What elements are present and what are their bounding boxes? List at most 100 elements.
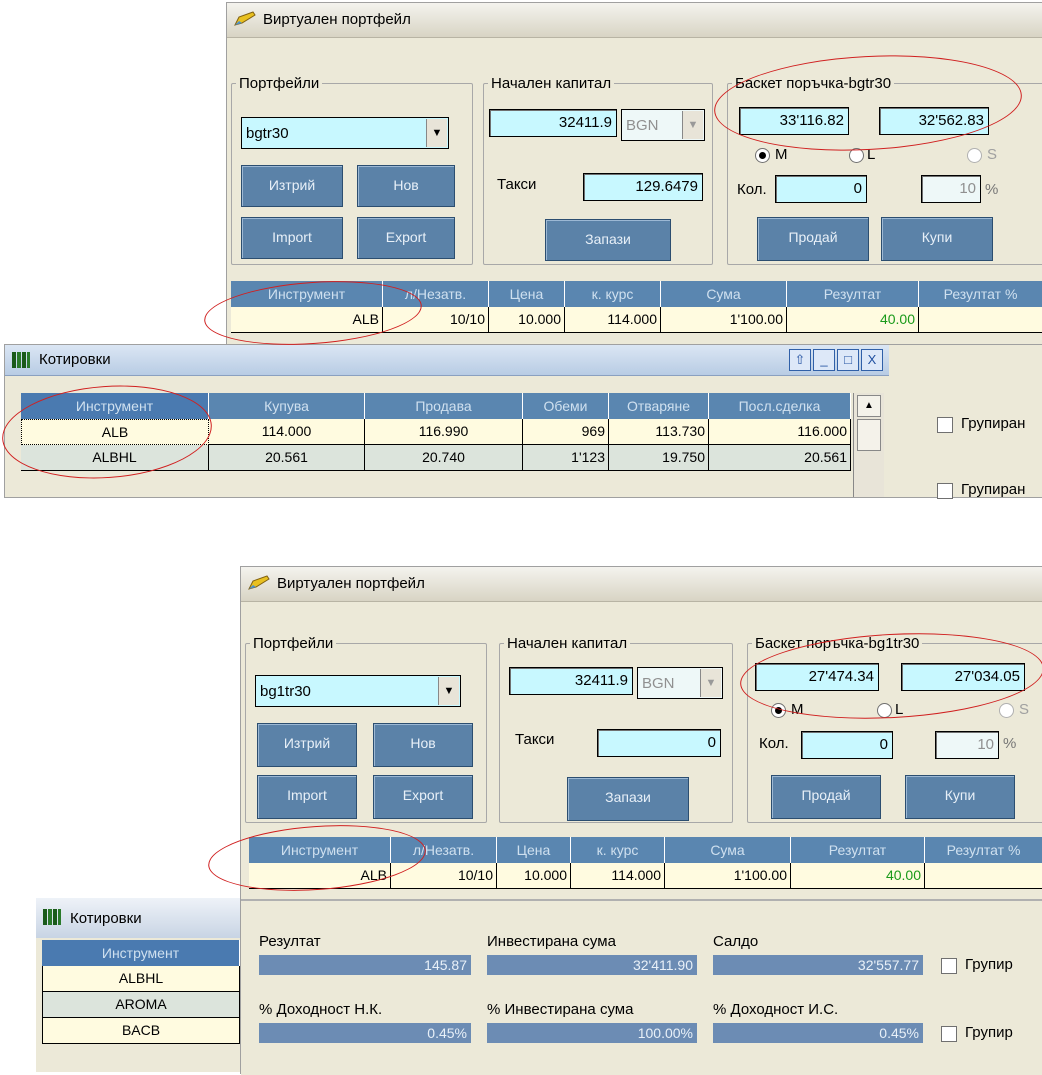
quotes-title-bar[interactable]: Котировки (36, 898, 240, 938)
currency-value: BGN (626, 117, 659, 134)
chevron-down-icon[interactable]: ▼ (426, 119, 447, 147)
cell-result-pct[interactable] (919, 307, 1042, 333)
import-button[interactable]: Import (257, 775, 357, 819)
pin-icon[interactable]: ⇧ (789, 349, 811, 371)
q-cell-sell[interactable]: 20.740 (365, 445, 523, 471)
capital-input[interactable]: 32411.9 (509, 667, 633, 695)
delete-button[interactable]: Изтрий (241, 165, 343, 207)
title-bar[interactable]: Виртуален портфейл (241, 567, 1042, 602)
cell-rate[interactable]: 114.000 (565, 307, 661, 333)
list-item[interactable]: BACB (42, 1018, 240, 1044)
q-cell-last[interactable]: 116.000 (709, 419, 851, 445)
currency-select[interactable]: BGN ▼ (637, 667, 723, 699)
group-checkbox[interactable] (941, 958, 957, 974)
buy-button[interactable]: Купи (905, 775, 1015, 819)
pct-input[interactable]: 10 (921, 175, 981, 203)
q-cell-buy[interactable]: 20.561 (209, 445, 365, 471)
col-rate[interactable]: к. курс (571, 837, 665, 863)
q-cell-last[interactable]: 20.561 (709, 445, 851, 471)
col-price[interactable]: Цена (497, 837, 571, 863)
q-col-sell[interactable]: Продава (365, 393, 523, 419)
portfolios-legend: Портфейли (239, 75, 320, 92)
close-icon[interactable]: X (861, 349, 883, 371)
col-result[interactable]: Резултат (791, 837, 925, 863)
group-checkbox-2[interactable] (937, 483, 953, 499)
col-rate[interactable]: к. курс (565, 281, 661, 307)
q-col-instrument[interactable]: Инструмент (42, 940, 240, 966)
col-sum[interactable]: Сума (665, 837, 791, 863)
balance-label: Салдо (713, 933, 759, 950)
q-cell-volume[interactable]: 1'123 (523, 445, 609, 471)
col-result[interactable]: Резултат (787, 281, 919, 307)
new-button[interactable]: Нов (357, 165, 455, 207)
fees-input[interactable]: 129.6479 (583, 173, 703, 201)
qty-input[interactable]: 0 (801, 731, 893, 759)
books-icon (43, 909, 61, 925)
q-col-volume[interactable]: Обеми (523, 393, 609, 419)
col-result-pct[interactable]: Резултат % (919, 281, 1042, 307)
yield-is-label: % Доходност И.С. (713, 1001, 839, 1018)
q-cell-sell[interactable]: 116.990 (365, 419, 523, 445)
cell-sum[interactable]: 1'100.00 (661, 307, 787, 333)
yield-is-value: 0.45% (713, 1023, 923, 1043)
delete-button[interactable]: Изтрий (257, 723, 357, 767)
save-button[interactable]: Запази (567, 777, 689, 821)
chevron-down-icon[interactable]: ▼ (438, 677, 459, 705)
sell-button[interactable]: Продай (771, 775, 881, 819)
cell-sum[interactable]: 1'100.00 (665, 863, 791, 889)
q-col-buy[interactable]: Купува (209, 393, 365, 419)
scroll-thumb[interactable] (857, 419, 881, 451)
radio-m[interactable] (755, 148, 770, 163)
cell-result[interactable]: 40.00 (791, 863, 925, 889)
cell-result-pct[interactable] (925, 863, 1042, 889)
radio-s[interactable] (999, 703, 1014, 718)
currency-select[interactable]: BGN ▼ (621, 109, 705, 141)
import-button[interactable]: Import (241, 217, 343, 259)
cell-result[interactable]: 40.00 (787, 307, 919, 333)
fees-input[interactable]: 0 (597, 729, 721, 757)
group-checkbox[interactable] (937, 417, 953, 433)
minimize-icon[interactable]: _ (813, 349, 835, 371)
save-button[interactable]: Запази (545, 219, 671, 261)
group-label-2: Групиран (961, 481, 1026, 498)
group-checkbox-2[interactable] (941, 1026, 957, 1042)
col-result-pct[interactable]: Резултат % (925, 837, 1042, 863)
radio-m-label: M (775, 146, 788, 163)
portfolio-select[interactable]: bgtr30 ▼ (241, 117, 449, 149)
q-col-last[interactable]: Посл.сделка (709, 393, 851, 419)
q-cell-open[interactable]: 19.750 (609, 445, 709, 471)
maximize-icon[interactable]: □ (837, 349, 859, 371)
col-sum[interactable]: Сума (661, 281, 787, 307)
q-cell-volume[interactable]: 969 (523, 419, 609, 445)
list-item[interactable]: ALBHL (42, 966, 240, 992)
chevron-down-icon[interactable]: ▼ (682, 111, 703, 139)
sell-button[interactable]: Продай (757, 217, 869, 261)
new-button[interactable]: Нов (373, 723, 473, 767)
title-bar[interactable]: Виртуален портфейл (227, 3, 1042, 38)
export-button[interactable]: Export (373, 775, 473, 819)
capital-input[interactable]: 32411.9 (489, 109, 617, 137)
pct-input[interactable]: 10 (935, 731, 999, 759)
q-col-open[interactable]: Отваряне (609, 393, 709, 419)
pencil-icon (248, 575, 270, 590)
radio-s[interactable] (967, 148, 982, 163)
q-cell-buy[interactable]: 114.000 (209, 419, 365, 445)
result-value: 145.87 (259, 955, 471, 975)
portfolio-select-value: bg1tr30 (260, 683, 311, 700)
portfolios-legend: Портфейли (253, 635, 334, 652)
buy-button[interactable]: Купи (881, 217, 993, 261)
export-button[interactable]: Export (357, 217, 455, 259)
cell-price[interactable]: 10.000 (489, 307, 565, 333)
scrollbar[interactable]: ▲ (853, 393, 884, 497)
list-item[interactable]: AROMA (42, 992, 240, 1018)
scroll-up-icon[interactable]: ▲ (857, 395, 881, 417)
qty-input[interactable]: 0 (775, 175, 867, 203)
chevron-down-icon[interactable]: ▼ (700, 669, 721, 697)
portfolio-select[interactable]: bg1tr30 ▼ (255, 675, 461, 707)
col-price[interactable]: Цена (489, 281, 565, 307)
cell-price[interactable]: 10.000 (497, 863, 571, 889)
invested-value: 32'411.90 (487, 955, 697, 975)
cell-rate[interactable]: 114.000 (571, 863, 665, 889)
quotes-title-bar[interactable]: Котировки ⇧ _ □ X (5, 345, 889, 376)
q-cell-open[interactable]: 113.730 (609, 419, 709, 445)
